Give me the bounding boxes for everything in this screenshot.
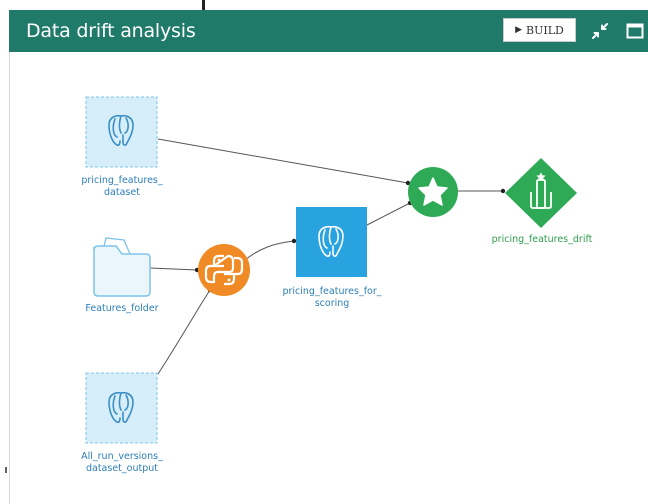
evaluate-recipe-node[interactable] xyxy=(408,167,458,217)
dataset-node-all-run-versions[interactable] xyxy=(85,372,158,444)
flow-canvas xyxy=(85,96,577,444)
edge-scoring-to-evaluate xyxy=(366,202,411,226)
edge-python-to-scoring xyxy=(244,240,295,261)
label-pricing-features-dataset: pricing_features_ dataset xyxy=(81,175,163,198)
label-all-run-versions: All_run_versions_ dataset_output xyxy=(81,451,163,474)
dataset-node-pricing-features[interactable] xyxy=(85,96,158,168)
label-features-folder: Features_folder xyxy=(85,303,159,314)
edge-dot xyxy=(291,238,297,244)
label-pricing-features-drift: pricing_features_drift xyxy=(491,234,593,245)
python-recipe-node[interactable] xyxy=(198,244,250,296)
folder-node-features[interactable] xyxy=(93,237,151,297)
dataset-node-pricing-features-for-scoring[interactable] xyxy=(296,207,367,277)
edge-folder-to-python xyxy=(149,267,198,271)
edge-dataset-to-evaluate xyxy=(157,138,409,184)
edge-dot xyxy=(500,188,506,194)
label-pricing-features-for-scoring: pricing_features_for_ scoring xyxy=(282,286,382,309)
evaluation-store-node[interactable] xyxy=(505,158,577,228)
folder-icon xyxy=(93,245,151,297)
